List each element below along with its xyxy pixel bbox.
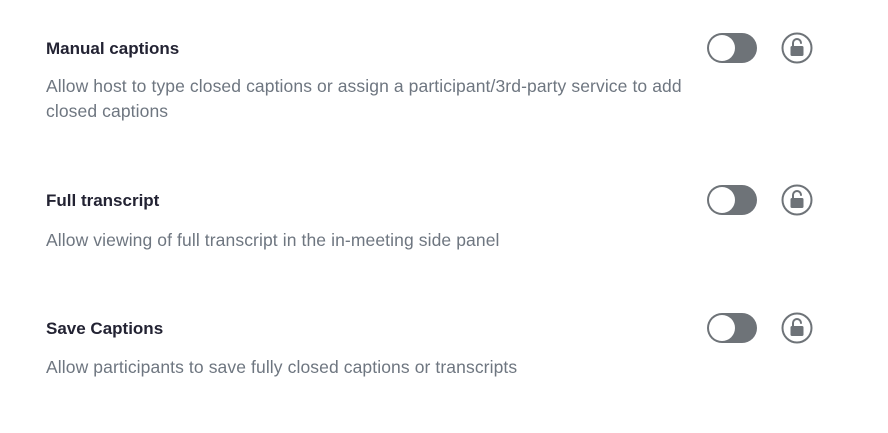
setting-description: Allow host to type closed captions or as… [46,76,682,121]
unlock-icon[interactable] [781,32,813,64]
unlock-icon[interactable] [781,312,813,344]
settings-page: Manual captions Allow host to type close… [0,0,888,433]
manual-captions-toggle[interactable] [707,33,757,63]
unlock-icon[interactable] [781,184,813,216]
setting-title: Save Captions [46,319,164,338]
full-transcript-toggle[interactable] [707,185,757,215]
save-captions-toggle[interactable] [707,313,757,343]
setting-description: Allow participants to save fully closed … [46,357,518,377]
toggle-knob [709,187,735,213]
toggle-knob [709,35,735,61]
toggle-knob [709,315,735,341]
setting-description: Allow viewing of full transcript in the … [46,230,500,250]
setting-title: Manual captions [46,39,180,58]
setting-title: Full transcript [46,191,160,210]
